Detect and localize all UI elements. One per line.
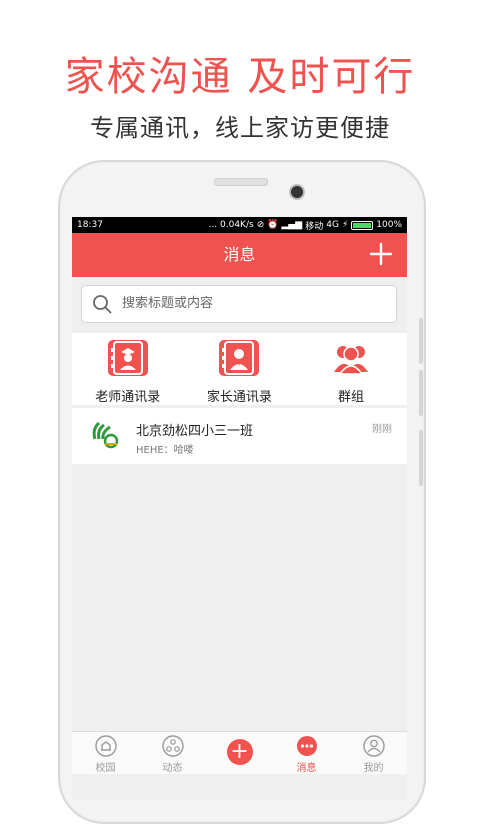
screen-bottom bbox=[72, 774, 407, 800]
status-time: 18:37 bbox=[77, 220, 103, 230]
signal-icon: ▂▄▆ bbox=[281, 220, 303, 230]
network-speed: ... 0.04K/s bbox=[208, 220, 254, 230]
status-bar: 18:37 ... 0.04K/s ⊘ ⏰ ▂▄▆ 移动 4G ⚡ 100% bbox=[72, 217, 407, 233]
teacher-directory-button[interactable]: 老师通讯录 bbox=[72, 333, 184, 405]
tab-messages-label: 消息 bbox=[296, 763, 317, 774]
network-type: 4G bbox=[326, 220, 339, 230]
message-item[interactable]: 北京劲松四小三一班 HEHE：哈喽 刚刚 bbox=[72, 408, 407, 464]
tab-profile-label: 我的 bbox=[363, 763, 384, 774]
mute-icon: ⊘ bbox=[256, 220, 265, 230]
promo-headline: 家校沟通 及时可行 bbox=[64, 54, 416, 100]
volume-button-2 bbox=[419, 370, 423, 416]
parent-icon bbox=[219, 340, 260, 376]
parent-directory-label: 家长通讯录 bbox=[206, 390, 272, 405]
app-screen: 18:37 ... 0.04K/s ⊘ ⏰ ▂▄▆ 移动 4G ⚡ 100% 消… bbox=[72, 217, 407, 800]
charging-icon: ⚡ bbox=[341, 220, 349, 230]
groups-button[interactable]: 群组 bbox=[295, 333, 407, 405]
message-icon bbox=[296, 736, 317, 756]
teacher-directory-label: 老师通讯录 bbox=[95, 390, 161, 405]
group-icon bbox=[333, 346, 368, 375]
bottom-tab-bar: 校园 动态 + 消息 我的 bbox=[72, 731, 407, 774]
battery-icon bbox=[351, 220, 374, 230]
tab-activity[interactable]: 动态 bbox=[139, 732, 206, 774]
tab-campus[interactable]: 校园 bbox=[72, 732, 139, 774]
message-preview: HEHE：哈喽 bbox=[136, 445, 194, 456]
volume-button bbox=[419, 318, 423, 364]
quick-links: 老师通讯录 家长通讯录 群组 bbox=[72, 333, 407, 405]
phone-speaker bbox=[214, 178, 268, 186]
message-time: 刚刚 bbox=[372, 424, 392, 435]
battery-percent: 100% bbox=[376, 220, 402, 230]
tab-campus-label: 校园 bbox=[95, 763, 116, 774]
activity-icon bbox=[161, 735, 184, 757]
campus-icon bbox=[94, 735, 117, 757]
tab-activity-label: 动态 bbox=[162, 763, 183, 774]
search-placeholder: 搜索标题或内容 bbox=[122, 296, 214, 311]
groups-label: 群组 bbox=[337, 390, 364, 405]
add-circle-icon: + bbox=[226, 739, 253, 765]
search-icon bbox=[93, 295, 112, 314]
profile-icon bbox=[362, 735, 385, 757]
search-area: 搜索标题或内容 bbox=[72, 277, 407, 333]
front-camera bbox=[289, 184, 305, 200]
top-nav-bar: 消息 bbox=[72, 233, 407, 277]
plus-icon[interactable] bbox=[369, 242, 393, 266]
page-title: 消息 bbox=[223, 245, 256, 264]
parent-directory-button[interactable]: 家长通讯录 bbox=[184, 333, 296, 405]
carrier-label: 移动 bbox=[305, 221, 324, 232]
tab-messages[interactable]: 消息 bbox=[273, 732, 340, 774]
power-button bbox=[419, 430, 423, 486]
tab-add[interactable]: + bbox=[206, 732, 273, 774]
tab-profile[interactable]: 我的 bbox=[340, 732, 407, 774]
teacher-icon bbox=[107, 340, 148, 376]
alarm-icon: ⏰ bbox=[267, 220, 279, 230]
message-title: 北京劲松四小三一班 bbox=[136, 424, 254, 439]
search-input[interactable]: 搜索标题或内容 bbox=[81, 285, 397, 323]
school-logo bbox=[92, 421, 119, 449]
promo-subline: 专属通讯，线上家访更便捷 bbox=[90, 114, 390, 142]
